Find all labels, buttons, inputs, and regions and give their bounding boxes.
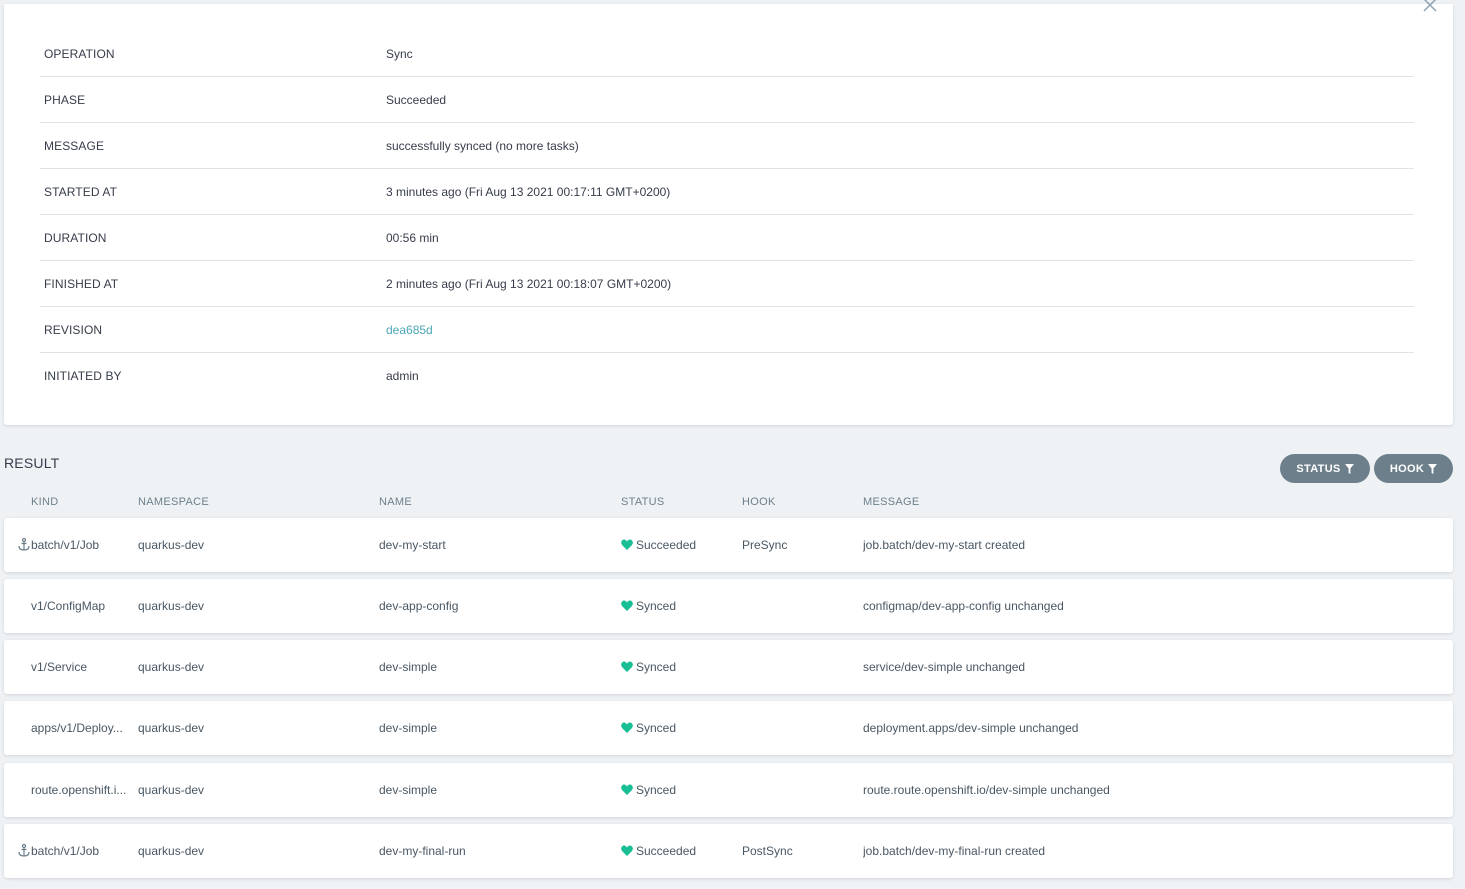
kind-cell: v1/Service <box>31 660 88 674</box>
kind-cell: batch/v1/Job <box>31 538 100 552</box>
status-cell: Synced <box>636 783 677 797</box>
name-cell: dev-simple <box>379 783 438 797</box>
column-header-namespace: NAMESPACE <box>138 496 209 508</box>
detail-label: INITIATED BY <box>44 369 122 383</box>
detail-row-finished-at: FINISHED AT 2 minutes ago (Fri Aug 13 20… <box>40 261 1414 307</box>
detail-value: Succeeded <box>386 93 447 107</box>
detail-value: successfully synced (no more tasks) <box>386 139 579 153</box>
table-row[interactable]: route.openshift.i... quarkus-dev dev-sim… <box>4 763 1453 817</box>
name-cell: dev-app-config <box>379 599 459 613</box>
heart-icon <box>621 784 633 795</box>
heart-icon <box>621 661 633 672</box>
message-cell: job.batch/dev-my-start created <box>863 538 1026 552</box>
column-header-message: MESSAGE <box>863 496 920 508</box>
status-cell: Synced <box>636 721 677 735</box>
column-header-name: NAME <box>379 496 412 508</box>
detail-row-duration: DURATION 00:56 min <box>40 215 1414 261</box>
detail-row-phase: PHASE Succeeded <box>40 77 1414 123</box>
operation-details-panel: OPERATION Sync PHASE Succeeded MESSAGE s… <box>4 0 1453 425</box>
filter-icon <box>1344 463 1354 474</box>
namespace-cell: quarkus-dev <box>138 599 205 613</box>
detail-label: REVISION <box>44 323 103 337</box>
message-cell: service/dev-simple unchanged <box>863 660 1026 674</box>
status-filter-label: STATUS <box>1296 462 1341 475</box>
message-cell: configmap/dev-app-config unchanged <box>863 599 1064 613</box>
status-cell: Synced <box>636 660 677 674</box>
anchor-icon <box>18 538 30 551</box>
table-row[interactable]: batch/v1/Job quarkus-dev dev-my-start Su… <box>4 518 1453 572</box>
column-header-hook: HOOK <box>742 496 776 508</box>
message-cell: job.batch/dev-my-final-run created <box>863 844 1046 858</box>
namespace-cell: quarkus-dev <box>138 783 205 797</box>
detail-value: 00:56 min <box>386 231 439 245</box>
name-cell: dev-simple <box>379 660 438 674</box>
detail-label: STARTED AT <box>44 185 118 199</box>
status-cell: Succeeded <box>636 538 697 552</box>
namespace-cell: quarkus-dev <box>138 538 205 552</box>
status-cell: Synced <box>636 599 677 613</box>
message-cell: deployment.apps/dev-simple unchanged <box>863 721 1079 735</box>
kind-cell: route.openshift.i... <box>31 783 127 797</box>
table-row[interactable]: v1/Service quarkus-dev dev-simple Synced… <box>4 640 1453 694</box>
detail-value: admin <box>386 369 419 383</box>
detail-value: 2 minutes ago (Fri Aug 13 2021 00:18:07 … <box>386 277 672 291</box>
detail-value: Sync <box>386 47 413 61</box>
detail-row-operation: OPERATION Sync <box>40 31 1414 77</box>
kind-cell: batch/v1/Job <box>31 844 100 858</box>
hook-filter-label: HOOK <box>1389 462 1425 475</box>
table-row[interactable]: v1/ConfigMap quarkus-dev dev-app-config … <box>4 579 1453 633</box>
detail-label: DURATION <box>44 231 107 245</box>
status-filter-button[interactable]: STATUS <box>1280 454 1370 483</box>
name-cell: dev-my-final-run <box>379 844 466 858</box>
kind-cell: v1/ConfigMap <box>31 599 106 613</box>
revision-link[interactable]: dea685d <box>386 307 433 353</box>
table-row[interactable]: apps/v1/Deploy... quarkus-dev dev-simple… <box>4 701 1453 755</box>
namespace-cell: quarkus-dev <box>138 721 205 735</box>
filter-icon <box>1428 463 1438 474</box>
namespace-cell: quarkus-dev <box>138 660 205 674</box>
result-title: RESULT <box>4 455 60 471</box>
heart-icon <box>621 845 633 856</box>
detail-row-revision: REVISION dea685d <box>40 307 1414 353</box>
detail-label: PHASE <box>44 93 86 107</box>
detail-value: 3 minutes ago (Fri Aug 13 2021 00:17:11 … <box>386 185 671 199</box>
detail-row-started-at: STARTED AT 3 minutes ago (Fri Aug 13 202… <box>40 169 1414 215</box>
hook-filter-button[interactable]: HOOK <box>1374 454 1453 483</box>
detail-label: OPERATION <box>44 47 115 61</box>
message-cell: route.route.openshift.io/dev-simple unch… <box>863 783 1110 797</box>
detail-label: FINISHED AT <box>44 277 119 291</box>
kind-cell: apps/v1/Deploy... <box>31 721 123 735</box>
hook-cell: PostSync <box>742 844 793 858</box>
column-header-status: STATUS <box>621 496 665 508</box>
hook-cell: PreSync <box>742 538 788 552</box>
name-cell: dev-simple <box>379 721 438 735</box>
heart-icon <box>621 722 633 733</box>
detail-row-initiated-by: INITIATED BY admin <box>40 353 1414 399</box>
heart-icon <box>621 600 633 611</box>
table-row[interactable]: batch/v1/Job quarkus-dev dev-my-final-ru… <box>4 824 1453 878</box>
detail-row-message: MESSAGE successfully synced (no more tas… <box>40 123 1414 169</box>
detail-label: MESSAGE <box>44 139 105 153</box>
result-table-header: KIND NAMESPACE NAME STATUS HOOK MESSAGE <box>4 496 1453 512</box>
status-cell: Succeeded <box>636 844 697 858</box>
namespace-cell: quarkus-dev <box>138 844 205 858</box>
column-header-kind: KIND <box>31 496 59 508</box>
heart-icon <box>621 539 633 550</box>
close-icon[interactable] <box>1421 0 1439 14</box>
name-cell: dev-my-start <box>379 538 446 552</box>
anchor-icon <box>18 844 30 857</box>
